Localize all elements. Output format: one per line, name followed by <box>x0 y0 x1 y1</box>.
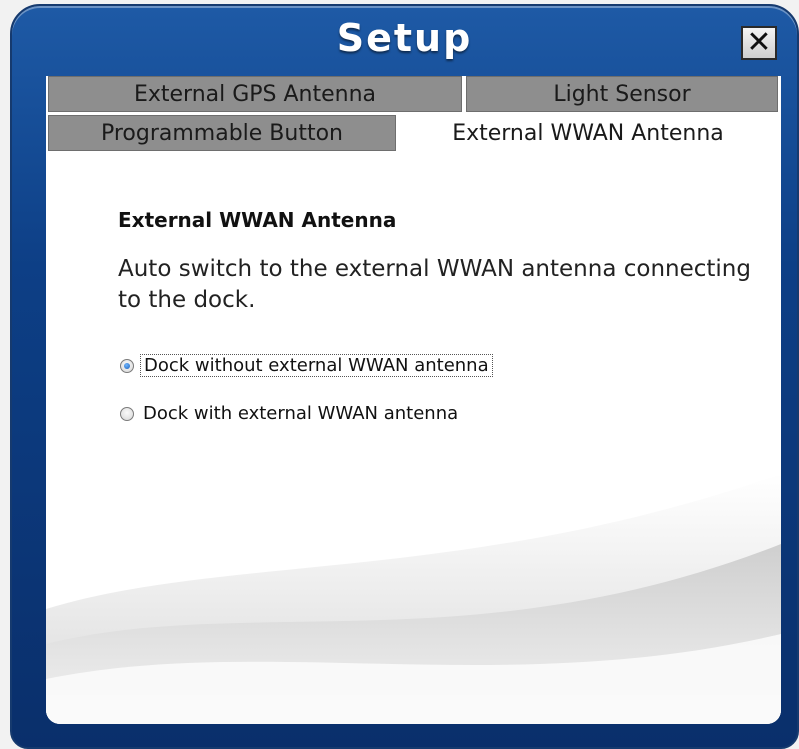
content-panel: External GPS Antenna Light Sensor Progra… <box>46 76 781 724</box>
radio-selected-icon[interactable] <box>120 358 134 373</box>
title-bar[interactable]: Setup ✕ <box>12 6 797 74</box>
radio-unselected-icon[interactable] <box>120 406 134 421</box>
close-button[interactable]: ✕ <box>741 26 777 60</box>
background-swoosh <box>46 474 781 724</box>
close-icon: ✕ <box>746 25 772 60</box>
tab-bar: External GPS Antenna Light Sensor Progra… <box>48 76 778 152</box>
radio-dock-with-antenna[interactable]: Dock with external WWAN antenna <box>120 403 461 424</box>
setup-window: Setup ✕ External GPS Antenna Light Senso… <box>10 4 799 749</box>
tab-external-gps-antenna[interactable]: External GPS Antenna <box>48 76 462 112</box>
settings-section: External WWAN Antenna Auto switch to the… <box>118 208 758 316</box>
section-description: Auto switch to the external WWAN antenna… <box>118 256 751 313</box>
section-heading: External WWAN Antenna <box>118 208 397 232</box>
tab-light-sensor[interactable]: Light Sensor <box>466 76 778 112</box>
tab-programmable-button[interactable]: Programmable Button <box>48 115 396 151</box>
radio-dock-without-antenna[interactable]: Dock without external WWAN antenna <box>120 354 493 377</box>
tab-external-wwan-antenna[interactable]: External WWAN Antenna <box>398 115 778 151</box>
radio-label: Dock with external WWAN antenna <box>143 403 459 424</box>
window-title: Setup <box>336 16 473 60</box>
radio-label: Dock without external WWAN antenna <box>140 354 493 377</box>
